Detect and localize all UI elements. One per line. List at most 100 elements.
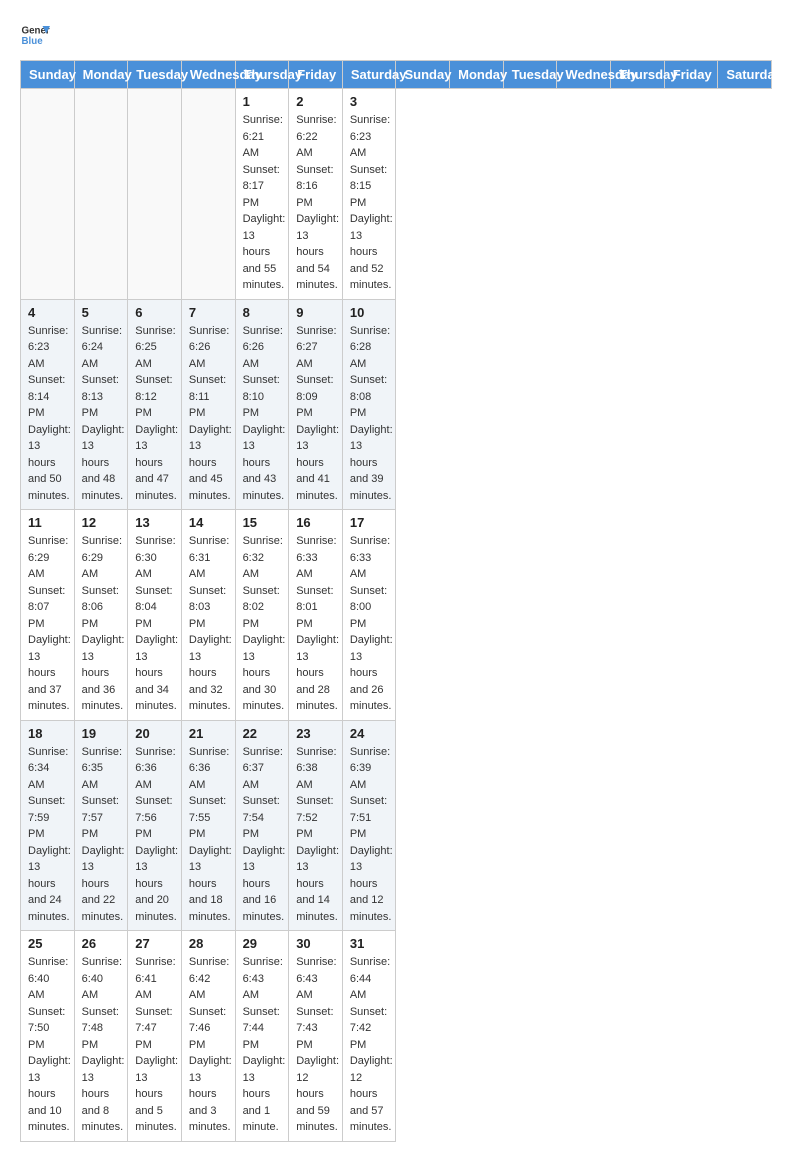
day-info: Sunrise: 6:40 AMSunset: 7:48 PMDaylight:…	[82, 954, 121, 1136]
col-header-friday: Friday	[289, 61, 343, 89]
calendar-cell: 16Sunrise: 6:33 AMSunset: 8:01 PMDayligh…	[289, 510, 343, 721]
calendar-cell	[21, 89, 75, 300]
calendar-cell: 18 Sunrise: 6:34 AMSunset: 7:59 PMDayligh…	[21, 720, 75, 931]
day-number: 4	[28, 305, 67, 320]
day-number: 3	[350, 94, 389, 109]
calendar-cell: 23 Sunrise: 6:38 AMSunset: 7:52 PMDayligh…	[289, 720, 343, 931]
calendar-cell: 7Sunrise: 6:26 AMSunset: 8:11 PMDaylight…	[181, 299, 235, 510]
calendar-cell: 19Sunrise: 6:35 AMSunset: 7:57 PMDayligh…	[74, 720, 128, 931]
day-number: 12	[82, 515, 121, 530]
calendar-cell: 3 Sunrise: 6:23 AMSunset: 8:15 PMDaylight…	[342, 89, 396, 300]
day-number: 2	[296, 94, 335, 109]
calendar-cell: 28Sunrise: 6:42 AMSunset: 7:46 PMDayligh…	[181, 931, 235, 1142]
day-info: Sunrise: 6:43 AMSunset: 7:43 PMDaylight:…	[296, 954, 335, 1136]
day-number: 15	[243, 515, 282, 530]
calendar-cell: 6 Sunrise: 6:25 AMSunset: 8:12 PMDaylight…	[128, 299, 182, 510]
day-number: 10	[350, 305, 389, 320]
day-number: 23	[296, 726, 335, 741]
day-number: 19	[82, 726, 121, 741]
calendar-cell: 20 Sunrise: 6:36 AMSunset: 7:56 PMDayligh…	[128, 720, 182, 931]
day-info: Sunrise: 6:39 AMSunset: 7:51 PMDaylight:…	[350, 744, 389, 926]
calendar-cell: 25Sunrise: 6:40 AMSunset: 7:50 PMDayligh…	[21, 931, 75, 1142]
calendar-cell: 27Sunrise: 6:41 AMSunset: 7:47 PMDayligh…	[128, 931, 182, 1142]
day-number: 1	[243, 94, 282, 109]
calendar-cell: 2 Sunrise: 6:22 AMSunset: 8:16 PMDaylight…	[289, 89, 343, 300]
calendar-cell: 4 Sunrise: 6:23 AMSunset: 8:14 PMDaylight…	[21, 299, 75, 510]
day-number: 31	[350, 936, 389, 951]
day-info: Sunrise: 6:30 AMSunset: 8:04 PMDaylight:…	[135, 533, 174, 715]
day-info: Sunrise: 6:21 AMSunset: 8:17 PMDaylight:…	[243, 112, 282, 294]
col-header-sunday: Sunday	[396, 61, 450, 89]
day-info: Sunrise: 6:31 AMSunset: 8:03 PMDaylight:…	[189, 533, 228, 715]
day-info: Sunrise: 6:28 AMSunset: 8:08 PMDaylight:…	[350, 323, 389, 505]
calendar-cell	[128, 89, 182, 300]
day-info: Sunrise: 6:23 AMSunset: 8:15 PMDaylight:…	[350, 112, 389, 294]
calendar-cell: 26 Sunrise: 6:40 AMSunset: 7:48 PMDayligh…	[74, 931, 128, 1142]
day-number: 16	[296, 515, 335, 530]
day-info: Sunrise: 6:38 AMSunset: 7:52 PMDaylight:…	[296, 744, 335, 926]
calendar-cell	[181, 89, 235, 300]
day-number: 13	[135, 515, 174, 530]
calendar-cell: 15 Sunrise: 6:32 AMSunset: 8:02 PMDayligh…	[235, 510, 289, 721]
day-number: 9	[296, 305, 335, 320]
day-info: Sunrise: 6:40 AMSunset: 7:50 PMDaylight:…	[28, 954, 67, 1136]
calendar-cell: 31 Sunrise: 6:44 AMSunset: 7:42 PMDayligh…	[342, 931, 396, 1142]
col-header-monday: Monday	[74, 61, 128, 89]
col-header-sunday: Sunday	[21, 61, 75, 89]
calendar-cell: 24 Sunrise: 6:39 AMSunset: 7:51 PMDayligh…	[342, 720, 396, 931]
calendar-cell: 1 Sunrise: 6:21 AMSunset: 8:17 PMDaylight…	[235, 89, 289, 300]
day-info: Sunrise: 6:25 AMSunset: 8:12 PMDaylight:…	[135, 323, 174, 505]
day-number: 14	[189, 515, 228, 530]
calendar-week-row: 1 Sunrise: 6:21 AMSunset: 8:17 PMDaylight…	[21, 89, 772, 300]
day-number: 6	[135, 305, 174, 320]
col-header-tuesday: Tuesday	[128, 61, 182, 89]
day-number: 30	[296, 936, 335, 951]
day-number: 22	[243, 726, 282, 741]
calendar-cell: 14 Sunrise: 6:31 AMSunset: 8:03 PMDayligh…	[181, 510, 235, 721]
day-number: 5	[82, 305, 121, 320]
calendar-table: SundayMondayTuesdayWednesdayThursdayFrid…	[20, 60, 772, 1142]
day-info: Sunrise: 6:32 AMSunset: 8:02 PMDaylight:…	[243, 533, 282, 715]
day-info: Sunrise: 6:34 AMSunset: 7:59 PMDaylight:…	[28, 744, 67, 926]
col-header-monday: Monday	[450, 61, 504, 89]
day-number: 7	[189, 305, 228, 320]
day-info: Sunrise: 6:23 AMSunset: 8:14 PMDaylight:…	[28, 323, 67, 505]
calendar-cell: 8Sunrise: 6:26 AMSunset: 8:10 PMDaylight…	[235, 299, 289, 510]
calendar-header-row: SundayMondayTuesdayWednesdayThursdayFrid…	[21, 61, 772, 89]
calendar-week-row: 25Sunrise: 6:40 AMSunset: 7:50 PMDayligh…	[21, 931, 772, 1142]
col-header-thursday: Thursday	[611, 61, 665, 89]
svg-text:Blue: Blue	[22, 36, 44, 47]
day-info: Sunrise: 6:43 AMSunset: 7:44 PMDaylight:…	[243, 954, 282, 1136]
day-info: Sunrise: 6:29 AMSunset: 8:07 PMDaylight:…	[28, 533, 67, 715]
day-number: 18	[28, 726, 67, 741]
day-number: 26	[82, 936, 121, 951]
calendar-week-row: 4 Sunrise: 6:23 AMSunset: 8:14 PMDaylight…	[21, 299, 772, 510]
calendar-cell: 22Sunrise: 6:37 AMSunset: 7:54 PMDayligh…	[235, 720, 289, 931]
day-info: Sunrise: 6:22 AMSunset: 8:16 PMDaylight:…	[296, 112, 335, 294]
day-info: Sunrise: 6:24 AMSunset: 8:13 PMDaylight:…	[82, 323, 121, 505]
calendar-cell: 13 Sunrise: 6:30 AMSunset: 8:04 PMDayligh…	[128, 510, 182, 721]
day-number: 20	[135, 726, 174, 741]
day-number: 29	[243, 936, 282, 951]
calendar-cell: 9Sunrise: 6:27 AMSunset: 8:09 PMDaylight…	[289, 299, 343, 510]
day-number: 8	[243, 305, 282, 320]
day-number: 28	[189, 936, 228, 951]
day-number: 24	[350, 726, 389, 741]
col-header-wednesday: Wednesday	[557, 61, 611, 89]
calendar-cell	[74, 89, 128, 300]
day-info: Sunrise: 6:36 AMSunset: 7:55 PMDaylight:…	[189, 744, 228, 926]
day-info: Sunrise: 6:36 AMSunset: 7:56 PMDaylight:…	[135, 744, 174, 926]
calendar-cell: 30 Sunrise: 6:43 AMSunset: 7:43 PMDayligh…	[289, 931, 343, 1142]
logo-icon: General Blue	[20, 20, 50, 50]
day-info: Sunrise: 6:44 AMSunset: 7:42 PMDaylight:…	[350, 954, 389, 1136]
calendar-cell: 11Sunrise: 6:29 AMSunset: 8:07 PMDayligh…	[21, 510, 75, 721]
calendar-week-row: 11Sunrise: 6:29 AMSunset: 8:07 PMDayligh…	[21, 510, 772, 721]
calendar-cell: 10 Sunrise: 6:28 AMSunset: 8:08 PMDayligh…	[342, 299, 396, 510]
day-number: 21	[189, 726, 228, 741]
calendar-cell: 17Sunrise: 6:33 AMSunset: 8:00 PMDayligh…	[342, 510, 396, 721]
day-info: Sunrise: 6:33 AMSunset: 8:00 PMDaylight:…	[350, 533, 389, 715]
calendar-cell: 12Sunrise: 6:29 AMSunset: 8:06 PMDayligh…	[74, 510, 128, 721]
header-area: General Blue	[20, 20, 772, 50]
logo: General Blue	[20, 20, 50, 50]
calendar-cell: 21 Sunrise: 6:36 AMSunset: 7:55 PMDayligh…	[181, 720, 235, 931]
